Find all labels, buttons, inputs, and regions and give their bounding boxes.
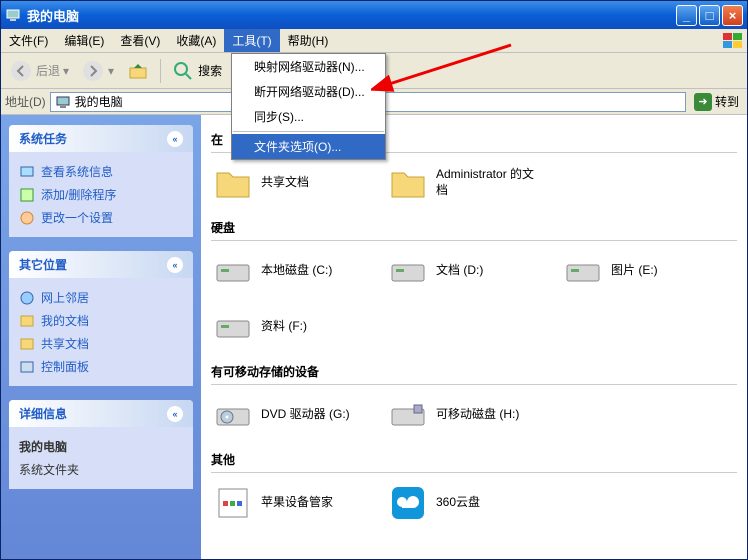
section-header: 其他	[211, 447, 737, 473]
menu-view[interactable]: 查看(V)	[112, 29, 168, 52]
maximize-button[interactable]: □	[699, 5, 720, 26]
address-value: 我的电脑	[75, 93, 123, 110]
up-button[interactable]	[122, 57, 154, 85]
link-my-docs[interactable]: 我的文档	[19, 309, 183, 332]
collapse-icon: «	[167, 131, 183, 147]
folder-icon	[388, 163, 428, 203]
app-icon	[213, 483, 253, 523]
search-button[interactable]: 搜索	[167, 57, 226, 85]
forward-button[interactable]: ▾	[77, 57, 118, 85]
item-drive-c[interactable]: 本地磁盘 (C:)	[211, 247, 366, 295]
go-icon: ➜	[694, 93, 712, 111]
panel-other-places: 其它位置 « 网上邻居 我的文档 共享文档 控制面板	[9, 251, 193, 386]
minimize-button[interactable]: _	[676, 5, 697, 26]
info-icon	[19, 164, 35, 180]
folder-icon	[213, 163, 253, 203]
menu-disconnect-drive[interactable]: 断开网络驱动器(D)...	[232, 79, 385, 104]
item-apple-manager[interactable]: 苹果设备管家	[211, 479, 366, 527]
watermark: 系统之家	[653, 531, 739, 551]
section-header: 硬盘	[211, 215, 737, 241]
item-drive-d[interactable]: 文档 (D:)	[386, 247, 541, 295]
panel-title: 其它位置	[19, 256, 67, 273]
address-label: 地址(D)	[5, 93, 46, 110]
dvd-icon	[213, 395, 253, 435]
panel-header[interactable]: 详细信息 «	[9, 400, 193, 427]
collapse-icon: «	[167, 406, 183, 422]
computer-icon	[55, 94, 71, 110]
menu-file[interactable]: 文件(F)	[1, 29, 56, 52]
collapse-icon: «	[167, 257, 183, 273]
hdd-icon	[563, 251, 603, 291]
panel-details: 详细信息 « 我的电脑 系统文件夹	[9, 400, 193, 489]
back-label: 后退	[36, 62, 60, 79]
item-removable-drive[interactable]: 可移动磁盘 (H:)	[386, 391, 541, 439]
search-label: 搜索	[198, 62, 222, 79]
title-bar: 我的电脑 _ □ ×	[1, 1, 747, 29]
shared-icon	[19, 336, 35, 352]
menu-folder-options[interactable]: 文件夹选项(O)...	[232, 134, 385, 159]
link-shared-docs[interactable]: 共享文档	[19, 332, 183, 355]
main-content: 在 共享文档 Administrator 的文档 硬盘 本地磁盘 (C:) 文档…	[201, 115, 747, 559]
window-title: 我的电脑	[27, 6, 676, 25]
control-icon	[19, 359, 35, 375]
item-shared-docs[interactable]: 共享文档	[211, 159, 366, 207]
forward-icon	[81, 59, 105, 83]
docs-icon	[19, 313, 35, 329]
addremove-icon	[19, 187, 35, 203]
menu-help[interactable]: 帮助(H)	[280, 29, 337, 52]
go-button[interactable]: ➜ 转到	[690, 93, 743, 111]
hdd-icon	[213, 251, 253, 291]
windows-flag-icon	[719, 29, 747, 52]
search-icon	[171, 59, 195, 83]
detail-name: 我的电脑	[19, 435, 183, 458]
item-dvd-drive[interactable]: DVD 驱动器 (G:)	[211, 391, 366, 439]
tools-dropdown: 映射网络驱动器(N)... 断开网络驱动器(D)... 同步(S)... 文件夹…	[231, 53, 386, 160]
menu-edit[interactable]: 编辑(E)	[56, 29, 112, 52]
chevron-down-icon: ▾	[108, 64, 114, 78]
removable-icon	[388, 395, 428, 435]
menu-separator	[233, 131, 384, 132]
hdd-icon	[388, 251, 428, 291]
item-admin-docs[interactable]: Administrator 的文档	[386, 159, 541, 207]
network-icon	[19, 290, 35, 306]
panel-header[interactable]: 其它位置 «	[9, 251, 193, 278]
link-control-panel[interactable]: 控制面板	[19, 355, 183, 378]
menu-sync[interactable]: 同步(S)...	[232, 104, 385, 129]
panel-system-tasks: 系统任务 « 查看系统信息 添加/删除程序 更改一个设置	[9, 125, 193, 237]
menu-map-drive[interactable]: 映射网络驱动器(N)...	[232, 54, 385, 79]
computer-icon	[5, 7, 21, 23]
link-network[interactable]: 网上邻居	[19, 286, 183, 309]
menu-tools[interactable]: 工具(T)	[224, 29, 279, 52]
link-add-remove[interactable]: 添加/删除程序	[19, 183, 183, 206]
control-icon	[19, 210, 35, 226]
panel-title: 详细信息	[19, 405, 67, 422]
menu-bar: 文件(F) 编辑(E) 查看(V) 收藏(A) 工具(T) 帮助(H)	[1, 29, 747, 53]
back-icon	[9, 59, 33, 83]
detail-type: 系统文件夹	[19, 458, 183, 481]
chevron-down-icon: ▾	[63, 64, 69, 78]
item-360-cloud[interactable]: 360云盘	[386, 479, 541, 527]
link-change-setting[interactable]: 更改一个设置	[19, 206, 183, 229]
folder-up-icon	[126, 59, 150, 83]
hdd-icon	[213, 307, 253, 347]
back-button[interactable]: 后退 ▾	[5, 57, 73, 85]
menu-favorites[interactable]: 收藏(A)	[168, 29, 224, 52]
link-system-info[interactable]: 查看系统信息	[19, 160, 183, 183]
section-header: 有可移动存储的设备	[211, 359, 737, 385]
go-label: 转到	[715, 93, 739, 110]
window-buttons: _ □ ×	[676, 5, 743, 26]
item-drive-e[interactable]: 图片 (E:)	[561, 247, 716, 295]
item-drive-f[interactable]: 资料 (F:)	[211, 303, 366, 351]
panel-title: 系统任务	[19, 130, 67, 147]
close-button[interactable]: ×	[722, 5, 743, 26]
cloud-icon	[388, 483, 428, 523]
tasks-sidebar: 系统任务 « 查看系统信息 添加/删除程序 更改一个设置 其它位置 « 网上邻居…	[1, 115, 201, 559]
panel-header[interactable]: 系统任务 «	[9, 125, 193, 152]
toolbar-separator	[160, 59, 161, 83]
